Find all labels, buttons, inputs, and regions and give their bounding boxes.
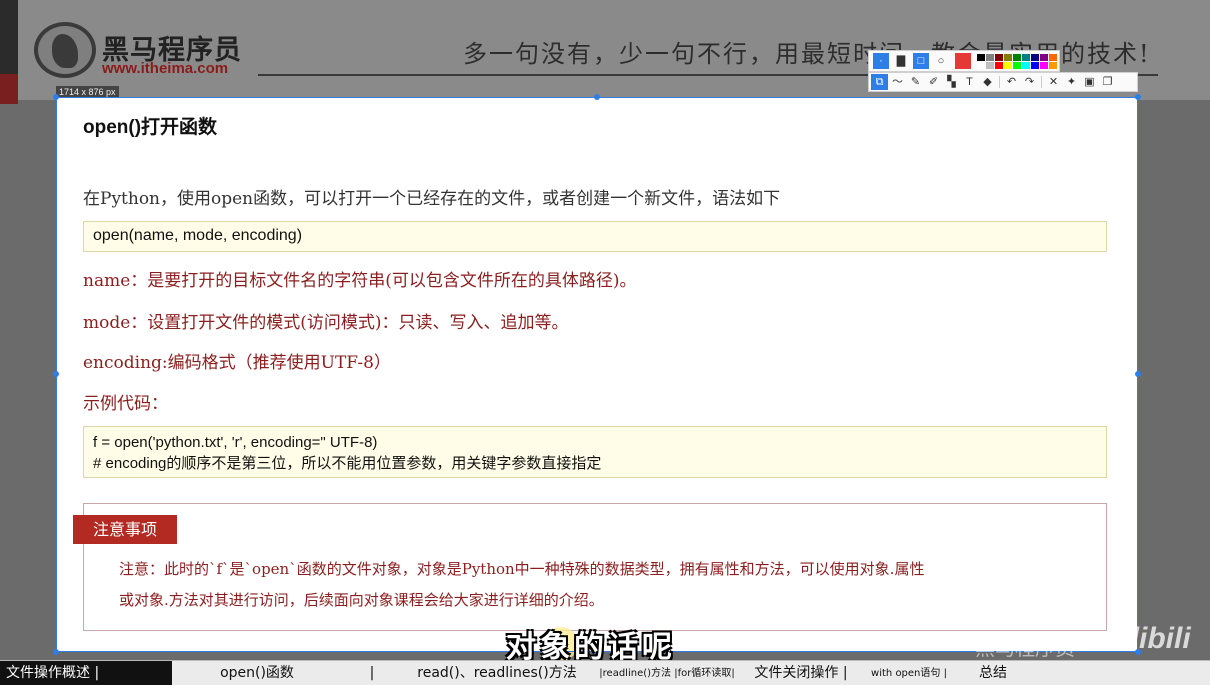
color-swatch[interactable]: [1040, 53, 1048, 61]
capture-tools-toolbar: ⧉ 〜 ✎ ✐ ▚ T ◆ ↶ ↷ ✕ ✦ ▣ ❐: [868, 72, 1138, 92]
text-tool-icon[interactable]: T: [961, 74, 978, 90]
resize-handle[interactable]: [53, 649, 59, 655]
resize-handle[interactable]: [1135, 371, 1141, 377]
toolbar-separator: [999, 76, 1000, 88]
small-stroke-icon[interactable]: ·: [873, 53, 889, 69]
copy-icon[interactable]: ❐: [1099, 74, 1116, 90]
color-swatch[interactable]: [986, 61, 994, 69]
header-red-accent: [0, 74, 18, 104]
rect-fill-icon[interactable]: ▇: [893, 53, 909, 69]
color-palette[interactable]: [977, 53, 1057, 69]
toolbar-separator: [1041, 76, 1042, 88]
color-swatch[interactable]: [977, 61, 985, 69]
chapter-item[interactable]: |: [342, 661, 402, 685]
color-swatch[interactable]: [1022, 61, 1030, 69]
color-swatch[interactable]: [1049, 53, 1057, 61]
color-swatch[interactable]: [977, 53, 985, 61]
logo-url: www.itheima.com: [102, 60, 229, 77]
color-swatch[interactable]: [1040, 61, 1048, 69]
horse-logo-icon: [34, 22, 96, 78]
color-swatch[interactable]: [1013, 61, 1021, 69]
rect-outline-icon[interactable]: □: [913, 53, 929, 69]
color-swatch[interactable]: [995, 61, 1003, 69]
line-tool-icon[interactable]: 〜: [889, 74, 906, 90]
select-tool-icon[interactable]: ⧉: [871, 74, 888, 90]
resize-handle[interactable]: [1135, 94, 1141, 100]
eraser-tool-icon[interactable]: ◆: [979, 74, 996, 90]
mosaic-tool-icon[interactable]: ▚: [943, 74, 960, 90]
pin-icon[interactable]: ✦: [1063, 74, 1080, 90]
redo-icon[interactable]: ↷: [1021, 74, 1038, 90]
capture-selection-frame[interactable]: [53, 94, 1141, 655]
close-icon[interactable]: ✕: [1045, 74, 1062, 90]
chapter-item[interactable]: read()、readlines()方法: [402, 661, 592, 685]
color-swatch[interactable]: [1022, 53, 1030, 61]
color-swatch[interactable]: [986, 53, 994, 61]
color-swatch[interactable]: [995, 53, 1003, 61]
color-swatch[interactable]: [1013, 53, 1021, 61]
chapter-bar: 文件操作概述 | open()函数 | read()、readlines()方法 |re…: [0, 660, 1210, 685]
chapter-item[interactable]: open()函数: [172, 661, 342, 685]
color-swatch[interactable]: [1004, 53, 1012, 61]
current-color-swatch[interactable]: [955, 53, 971, 69]
chapter-item[interactable]: |readline()方法 |for循环读取|: [592, 661, 742, 685]
color-swatch[interactable]: [1004, 61, 1012, 69]
chapter-item[interactable]: 文件操作概述 |: [0, 660, 172, 685]
chapter-item[interactable]: 文件关闭操作 |: [742, 661, 860, 685]
pen-tool-icon[interactable]: ✎: [907, 74, 924, 90]
undo-icon[interactable]: ↶: [1003, 74, 1020, 90]
color-swatch[interactable]: [1049, 61, 1057, 69]
marker-tool-icon[interactable]: ✐: [925, 74, 942, 90]
resize-handle[interactable]: [53, 371, 59, 377]
save-icon[interactable]: ▣: [1081, 74, 1098, 90]
color-swatch[interactable]: [1031, 53, 1039, 61]
color-swatch[interactable]: [1031, 61, 1039, 69]
chapter-item[interactable]: 总结: [958, 661, 1028, 685]
resize-handle[interactable]: [53, 94, 59, 100]
ellipse-icon[interactable]: ○: [933, 53, 949, 69]
resize-handle[interactable]: [594, 94, 600, 100]
chapter-item[interactable]: with open语句 |: [860, 661, 958, 685]
bilibili-logo: bilibili: [1104, 622, 1191, 655]
capture-style-toolbar: · ▇ □ ○: [868, 50, 1060, 72]
video-watermark: 黑马程序员: [975, 636, 1075, 660]
